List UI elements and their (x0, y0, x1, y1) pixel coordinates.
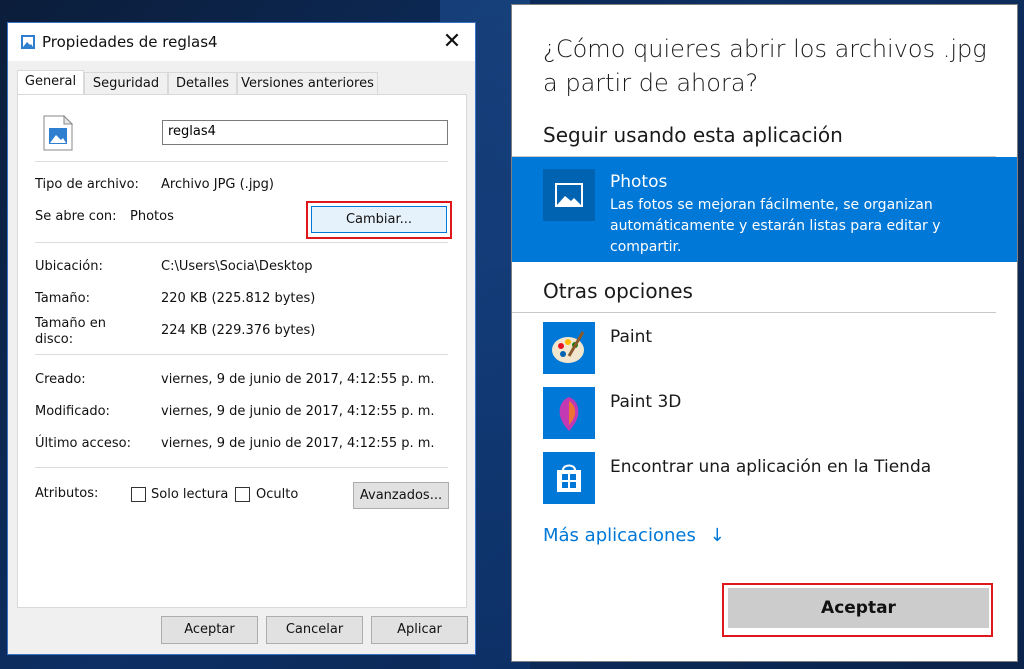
separator (35, 467, 448, 468)
last-access-value: viernes, 9 de junio de 2017, 4:12:55 p. … (161, 436, 435, 451)
store-icon (543, 452, 595, 504)
modified-label: Modificado: (35, 404, 110, 419)
size-on-disk-value: 224 KB (229.376 bytes) (161, 323, 316, 338)
keep-using-heading: Seguir usando esta aplicación (543, 123, 843, 147)
app-name-paint: Paint (610, 327, 653, 347)
size-on-disk-label: Tamaño en (35, 316, 106, 331)
separator (35, 161, 448, 162)
tab-details[interactable]: Detalles (168, 72, 237, 94)
attributes-label: Atributos: (35, 486, 99, 501)
jpg-file-icon (43, 115, 73, 151)
tab-security[interactable]: Seguridad (84, 72, 168, 94)
hidden-checkbox[interactable] (235, 487, 250, 502)
app-option-photos[interactable]: Photos Las fotos se mejoran fácilmente, … (512, 157, 1017, 262)
open-with-title: ¿Cómo quieres abrir los archivos .jpg a … (543, 35, 987, 97)
apply-button[interactable]: Aplicar (371, 616, 468, 644)
size-label: Tamaño: (35, 291, 90, 306)
separator (35, 242, 448, 243)
ok-button[interactable]: Aceptar (161, 616, 258, 644)
hidden-label[interactable]: Oculto (256, 487, 298, 503)
size-on-disk-label-line2: disco: (35, 332, 74, 347)
paint3d-icon (543, 387, 595, 439)
general-tab-panel: reglas4 Tipo de archivo: Archivo JPG (.j… (17, 94, 467, 608)
separator (35, 354, 448, 355)
readonly-checkbox[interactable] (131, 487, 146, 502)
modified-value: viernes, 9 de junio de 2017, 4:12:55 p. … (161, 404, 435, 419)
tab-general[interactable]: General (17, 70, 84, 95)
other-options-heading: Otras opciones (543, 279, 693, 303)
dialog-title: Propiedades de reglas4 (42, 33, 218, 51)
tab-previous-versions[interactable]: Versiones anteriores (237, 72, 378, 94)
change-button[interactable]: Cambiar... (311, 206, 447, 233)
location-value: C:\Users\Socia\Desktop (161, 259, 313, 274)
image-file-icon (21, 35, 35, 49)
readonly-label[interactable]: Solo lectura (151, 487, 228, 503)
open-with-dialog: ¿Cómo quieres abrir los archivos .jpg a … (511, 4, 1018, 662)
photos-icon (543, 169, 595, 221)
opens-with-value: Photos (130, 209, 174, 224)
cancel-button[interactable]: Cancelar (266, 616, 363, 644)
created-value: viernes, 9 de junio de 2017, 4:12:55 p. … (161, 372, 435, 387)
file-type-label: Tipo de archivo: (35, 177, 139, 192)
more-apps-link[interactable]: Más aplicaciones ↓ (543, 525, 725, 546)
location-label: Ubicación: (35, 259, 103, 274)
last-access-label: Último acceso: (35, 436, 131, 451)
dialog-titlebar[interactable]: Propiedades de reglas4 ✕ (8, 23, 475, 61)
advanced-button[interactable]: Avanzados... (353, 482, 449, 509)
file-type-value: Archivo JPG (.jpg) (161, 177, 275, 192)
file-name-input[interactable]: reglas4 (162, 120, 448, 145)
accept-button[interactable]: Aceptar (728, 588, 989, 628)
separator (512, 312, 996, 313)
properties-dialog: Propiedades de reglas4 ✕ General Segurid… (7, 22, 476, 655)
paint-palette-icon (543, 322, 595, 374)
size-value: 220 KB (225.812 bytes) (161, 291, 316, 306)
app-name-paint-3d: Paint 3D (610, 392, 682, 412)
opens-with-label: Se abre con: (35, 209, 117, 224)
app-description-photos: Las fotos se mejoran fácilmente, se orga… (610, 197, 941, 255)
close-icon[interactable]: ✕ (439, 29, 465, 55)
arrow-down-icon: ↓ (709, 525, 725, 546)
app-name-photos: Photos (610, 172, 668, 192)
created-label: Creado: (35, 372, 86, 387)
more-apps-label: Más aplicaciones (543, 525, 696, 546)
app-name-store: Encontrar una aplicación en la Tienda (610, 457, 932, 477)
